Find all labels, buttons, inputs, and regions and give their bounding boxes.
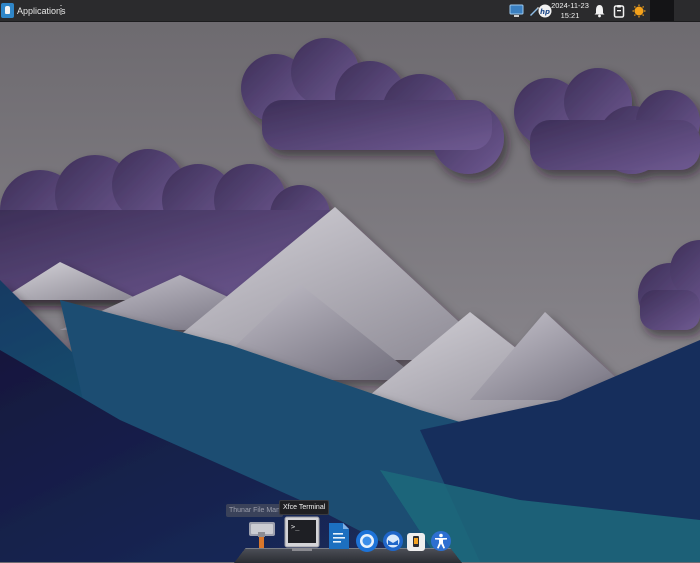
clock-time: 15:21 — [560, 10, 580, 20]
terminal-icon[interactable]: >_ — [284, 516, 320, 552]
applications-label: Applications — [17, 5, 66, 16]
panel-handle[interactable] — [60, 5, 62, 15]
document-viewer-icon[interactable] — [327, 522, 351, 550]
file-manager-icon[interactable] — [247, 518, 277, 550]
clock[interactable]: 2024-11-23 15:21 — [550, 1, 590, 21]
svg-text:hp: hp — [540, 7, 550, 15]
top-panel: Applications hp 2024-11-23 15:21 — [0, 0, 700, 22]
tooltip-terminal: Xfce Terminal — [279, 500, 330, 515]
web-browser-icon[interactable] — [355, 529, 379, 553]
dock-shelf — [234, 547, 462, 563]
weather-icon[interactable] — [631, 2, 647, 19]
tooltip-file-manager: Thunar File Man — [226, 504, 283, 517]
mail-client-icon[interactable] — [382, 530, 404, 552]
clock-date: 2024-11-23 — [551, 1, 589, 10]
applications-menu-button[interactable]: Applications — [1, 2, 66, 19]
bell-icon[interactable] — [591, 2, 607, 19]
accessibility-icon[interactable] — [430, 530, 452, 552]
panel-empty-slot — [650, 0, 674, 21]
desktop-wallpaper — [0, 0, 700, 562]
mobile-device-icon[interactable] — [405, 531, 427, 553]
applications-logo-icon — [1, 3, 14, 18]
display-icon[interactable] — [508, 2, 524, 19]
clipboard-icon[interactable] — [611, 2, 627, 19]
svg-text:>_: >_ — [291, 523, 300, 531]
